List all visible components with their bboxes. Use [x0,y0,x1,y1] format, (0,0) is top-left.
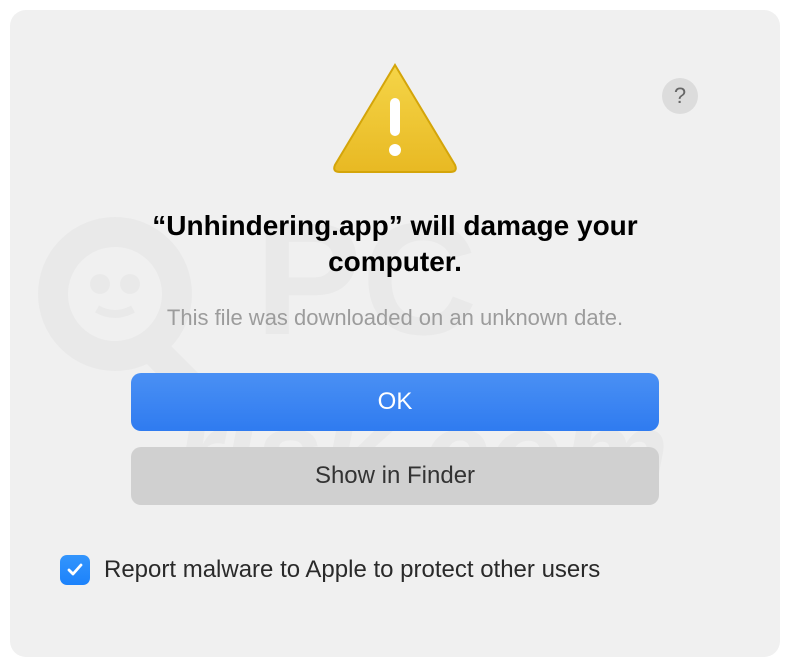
help-icon: ? [674,83,686,109]
dialog-subtitle: This file was downloaded on an unknown d… [167,305,623,331]
title-quote-open: “ [152,210,166,241]
app-name: Unhindering.app [166,210,388,241]
security-alert-dialog: PC risk.com ? “Unhind [10,10,780,657]
button-group: OK Show in Finder [131,373,659,505]
show-in-finder-label: Show in Finder [315,462,475,490]
report-malware-row: Report malware to Apple to protect other… [60,555,600,585]
ok-button-label: OK [378,388,413,416]
dialog-title: “Unhindering.app” will damage your compu… [115,208,675,281]
ok-button[interactable]: OK [131,373,659,431]
dialog-content: ? “Unhindering.app” will damage your com… [60,50,730,585]
warning-triangle-icon [330,60,460,180]
show-in-finder-button[interactable]: Show in Finder [131,447,659,505]
report-malware-checkbox[interactable] [60,555,90,585]
checkmark-icon [65,560,85,580]
help-button[interactable]: ? [662,78,698,114]
report-malware-label: Report malware to Apple to protect other… [104,556,600,584]
